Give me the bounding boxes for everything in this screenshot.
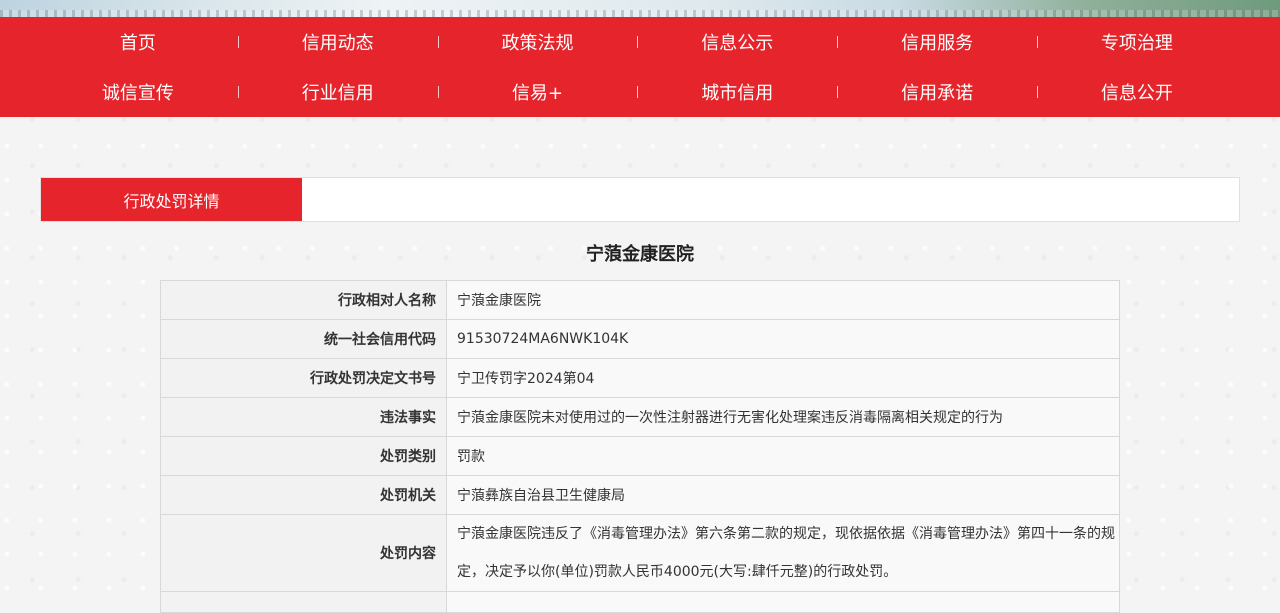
page-title: 宁蒗金康医院 [586, 244, 694, 265]
table-row: 处罚内容 宁蒗金康医院违反了《消毒管理办法》第六条第二款的规定，现依据依据《消毒… [160, 514, 1120, 592]
field-value: 宁蒗彝族自治县卫生健康局 [446, 475, 1120, 515]
nav-item-industry-credit[interactable]: 行业信用 [238, 79, 438, 105]
table-row: 统一社会信用代码 91530724MA6NWK104K [160, 319, 1120, 359]
field-value [446, 591, 1120, 613]
nav-item-credit-news[interactable]: 信用动态 [238, 29, 438, 55]
field-label: 行政处罚决定文书号 [160, 358, 447, 398]
header-banner-image [0, 0, 1280, 17]
nav-item-xinyi-plus[interactable]: 信易+ [438, 79, 638, 105]
nav-row-1: 首页 信用动态 政策法规 信息公示 信用服务 专项治理 [38, 17, 1237, 67]
table-row [160, 591, 1120, 613]
nav-item-info-publicity[interactable]: 信息公示 [637, 29, 837, 55]
field-value: 宁蒗金康医院未对使用过的一次性注射器进行无害化处理案违反消毒隔离相关规定的行为 [446, 397, 1120, 437]
table-row: 处罚类别 罚款 [160, 436, 1120, 476]
field-label: 统一社会信用代码 [160, 319, 447, 359]
nav-item-home[interactable]: 首页 [38, 29, 238, 55]
nav-row-2: 诚信宣传 行业信用 信易+ 城市信用 信用承诺 信息公开 [38, 67, 1237, 117]
nav-item-info-disclosure[interactable]: 信息公开 [1037, 79, 1237, 105]
field-label: 处罚内容 [160, 514, 447, 592]
table-row: 违法事实 宁蒗金康医院未对使用过的一次性注射器进行无害化处理案违反消毒隔离相关规… [160, 397, 1120, 437]
table-row: 行政处罚决定文书号 宁卫传罚字2024第04 [160, 358, 1120, 398]
main-nav: 首页 信用动态 政策法规 信息公示 信用服务 专项治理 诚信宣传 行业信用 信易… [0, 17, 1280, 117]
field-value: 宁卫传罚字2024第04 [446, 358, 1120, 398]
tab-penalty-details[interactable]: 行政处罚详情 [41, 178, 302, 221]
field-value: 91530724MA6NWK104K [446, 319, 1120, 359]
field-value: 罚款 [446, 436, 1120, 476]
section-tab-bar: 行政处罚详情 [40, 177, 1240, 222]
nav-item-special-governance[interactable]: 专项治理 [1037, 29, 1237, 55]
nav-item-credit-commitment[interactable]: 信用承诺 [837, 79, 1037, 105]
field-label: 处罚类别 [160, 436, 447, 476]
table-row: 行政相对人名称 宁蒗金康医院 [160, 280, 1120, 320]
nav-item-integrity-promotion[interactable]: 诚信宣传 [38, 79, 238, 105]
field-label: 行政相对人名称 [160, 280, 447, 320]
nav-item-city-credit[interactable]: 城市信用 [637, 79, 837, 105]
penalty-detail-table: 行政相对人名称 宁蒗金康医院 统一社会信用代码 91530724MA6NWK10… [160, 280, 1120, 613]
field-label: 处罚机关 [160, 475, 447, 515]
field-label [160, 591, 447, 613]
field-value: 宁蒗金康医院 [446, 280, 1120, 320]
field-value: 宁蒗金康医院违反了《消毒管理办法》第六条第二款的规定，现依据依据《消毒管理办法》… [446, 514, 1120, 592]
field-label: 违法事实 [160, 397, 447, 437]
table-row: 处罚机关 宁蒗彝族自治县卫生健康局 [160, 475, 1120, 515]
nav-item-credit-services[interactable]: 信用服务 [837, 29, 1037, 55]
nav-item-policies[interactable]: 政策法规 [438, 29, 638, 55]
